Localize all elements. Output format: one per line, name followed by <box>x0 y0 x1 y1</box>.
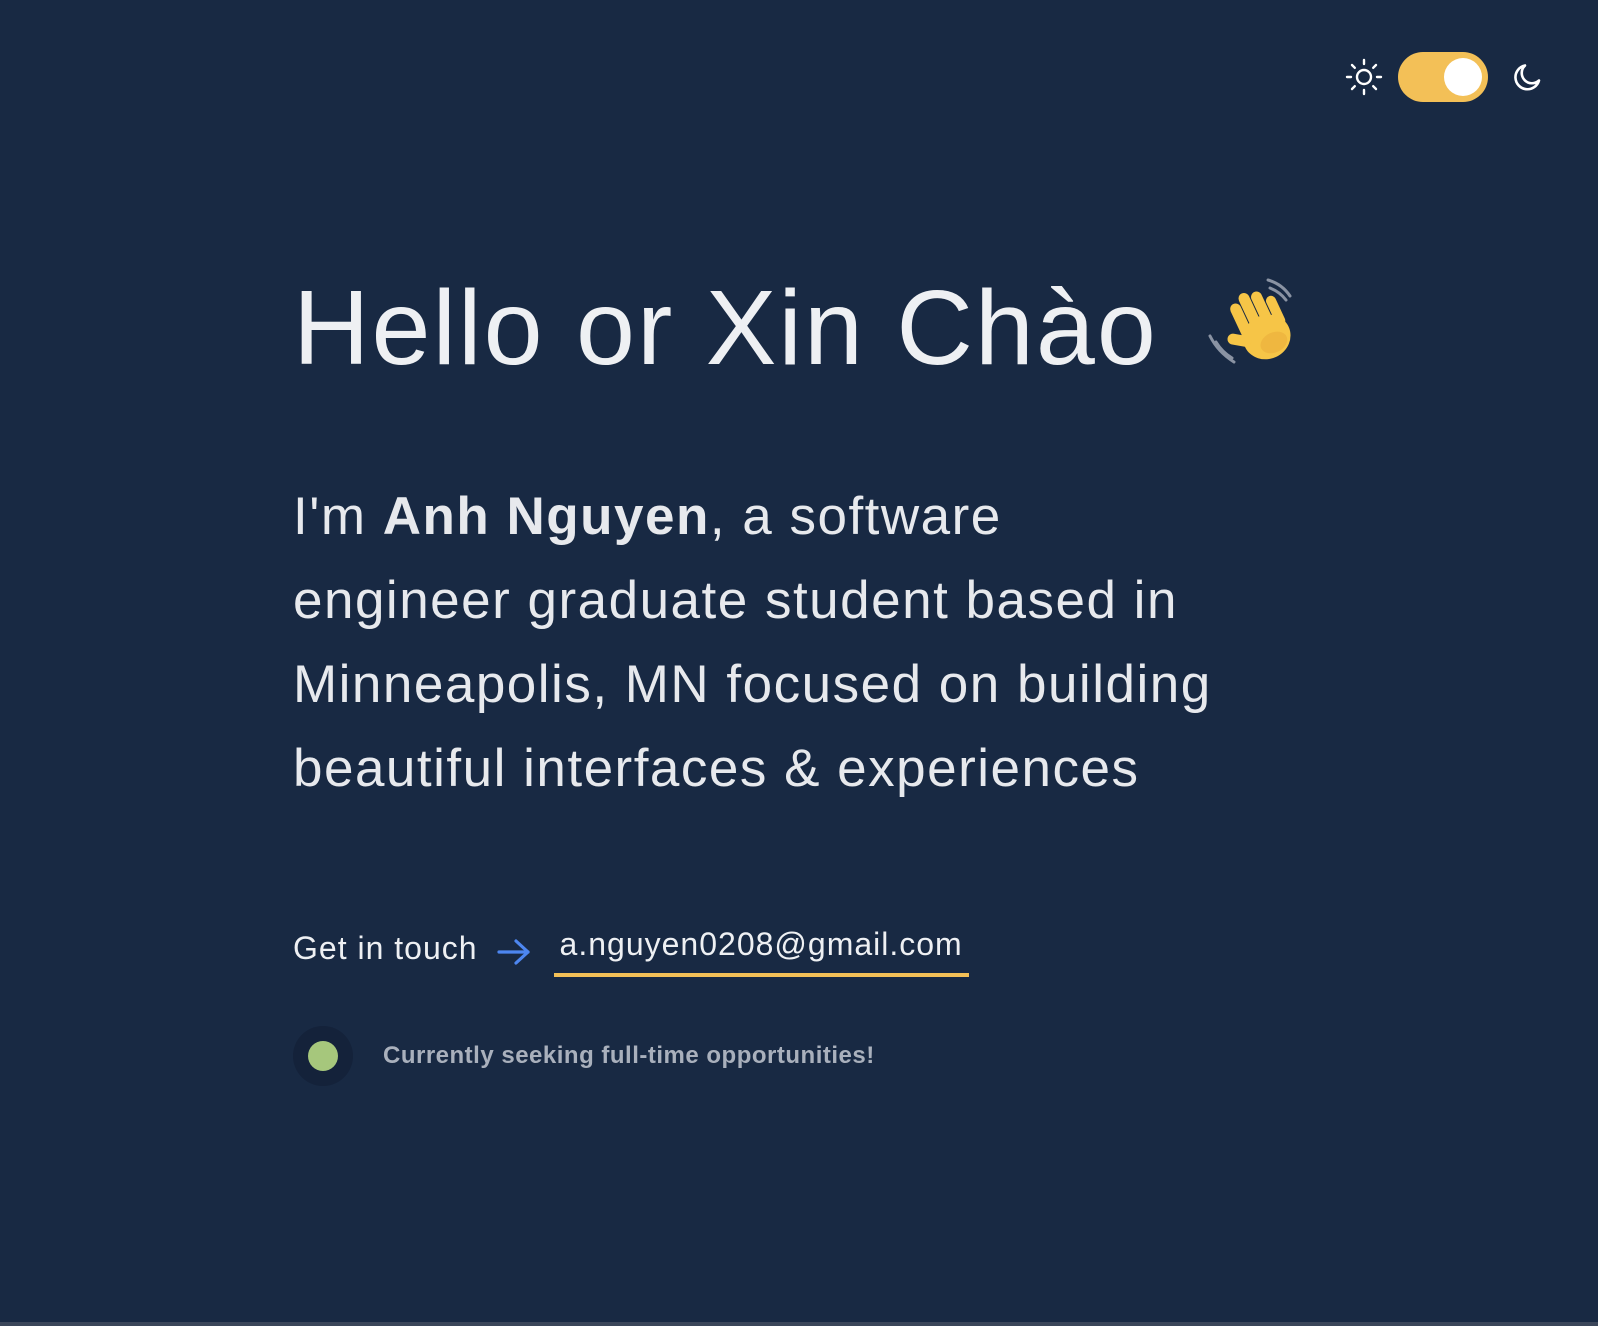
waving-hand-icon <box>1208 276 1304 372</box>
dark-mode-toggle-switch[interactable] <box>1398 52 1488 102</box>
intro-prefix: I'm <box>293 486 383 546</box>
contact-row: Get in touch a.nguyen0208@gmail.com <box>293 920 969 977</box>
toggle-knob <box>1444 58 1482 96</box>
email-link[interactable]: a.nguyen0208@gmail.com <box>553 926 969 977</box>
contact-label: Get in touch <box>293 930 478 966</box>
sun-icon <box>1344 57 1384 97</box>
arrow-right-icon <box>496 937 532 967</box>
bottom-edge <box>0 1322 1598 1326</box>
status-dot <box>308 1041 338 1071</box>
hero-section: Hello or Xin Chào I'm Anh Nguyen, a soft… <box>293 270 1343 864</box>
page: Hello or Xin Chào I'm Anh Nguyen, a soft… <box>0 0 1598 1322</box>
intro-text: I'm Anh Nguyen, a software engineer grad… <box>293 475 1213 811</box>
theme-toggle <box>1344 52 1546 102</box>
status-indicator <box>293 1026 353 1086</box>
author-name: Anh Nguyen <box>382 486 710 546</box>
status-text: Currently seeking full-time opportunitie… <box>383 1042 875 1069</box>
moon-icon <box>1510 59 1546 95</box>
hero-title: Hello or Xin Chào <box>293 270 1343 387</box>
availability-status: Currently seeking full-time opportunitie… <box>293 1026 875 1086</box>
hero-title-text: Hello or Xin Chào <box>293 269 1158 387</box>
